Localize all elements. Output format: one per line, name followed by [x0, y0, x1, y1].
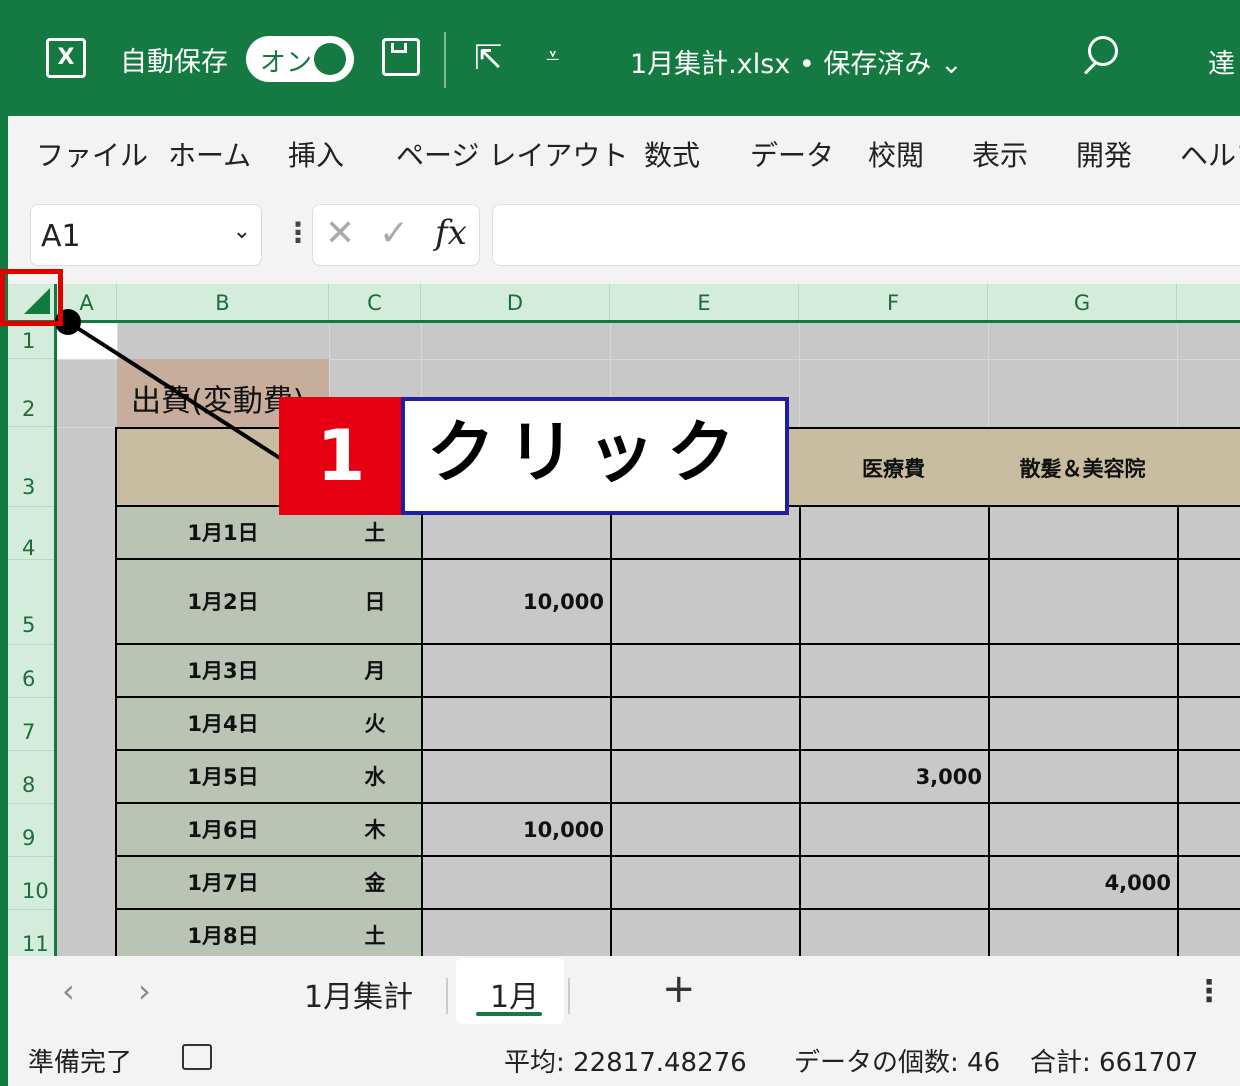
- sheet-tab-bar: ‹ › 1月集計 1月 + ⋮: [8, 956, 1240, 1031]
- tab-separator: [568, 978, 570, 1014]
- sheet-tab-january[interactable]: 1月: [490, 972, 539, 1016]
- add-sheet-button[interactable]: +: [662, 966, 696, 1012]
- callout-leader-line: [55, 309, 288, 464]
- status-ready: 準備完了: [28, 1048, 133, 1078]
- status-count[interactable]: データの個数: 46: [794, 1042, 1000, 1079]
- tab-separator: [446, 978, 448, 1014]
- select-all-highlight: [0, 269, 63, 326]
- more-vert-icon[interactable]: ⋮: [1194, 974, 1224, 1009]
- status-bar: 準備完了 平均: 22817.48276 データの個数: 46 合計: 6617…: [8, 1030, 1240, 1086]
- callout-label: クリック: [401, 397, 789, 515]
- sheet-tab-summary[interactable]: 1月集計: [304, 972, 413, 1016]
- callout-step-number: 1: [279, 397, 403, 515]
- chevron-right-icon[interactable]: ›: [138, 972, 151, 1010]
- chevron-left-icon[interactable]: ‹: [62, 972, 75, 1010]
- accessibility-icon[interactable]: [182, 1044, 212, 1070]
- status-average[interactable]: 平均: 22817.48276: [504, 1042, 747, 1079]
- status-sum[interactable]: 合計: 661707: [1030, 1042, 1198, 1079]
- active-tab-underline: [476, 1012, 542, 1016]
